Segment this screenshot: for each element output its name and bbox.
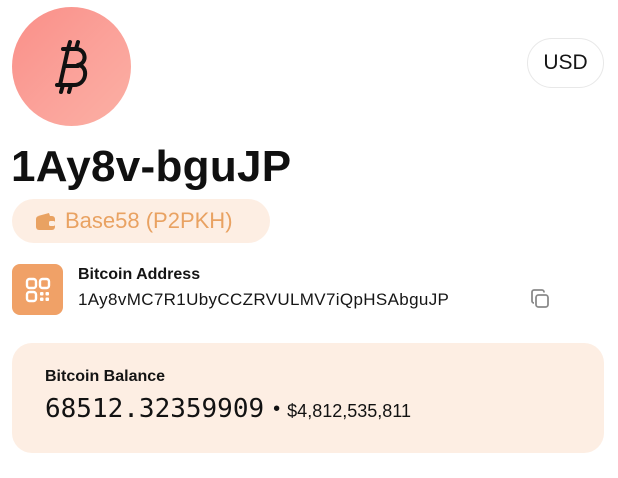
balance-card: Bitcoin Balance 68512.32359909 • $4,812,… <box>12 343 604 453</box>
balance-title: Bitcoin Balance <box>45 368 166 385</box>
address-icon-box <box>12 264 63 315</box>
full-address-text[interactable]: 1Ay8vMC7R1UbyCCZRVULMV7iQpHSAbguJP <box>78 290 449 310</box>
bitcoin-symbol-icon <box>54 39 87 94</box>
address-type-badge: Base58 (P2PKH) <box>12 199 270 243</box>
usd-balance-value: $4,812,535,811 <box>287 401 411 421</box>
qr-code-icon <box>25 277 50 302</box>
address-type-label: Base58 (P2PKH) <box>65 208 233 233</box>
copy-icon[interactable] <box>529 288 551 310</box>
bitcoin-avatar <box>12 7 131 126</box>
wallet-icon <box>36 212 55 230</box>
btc-balance-value: 68512.32359909 <box>45 394 265 424</box>
balance-separator: • <box>273 398 281 420</box>
address-section-title: Bitcoin Address <box>78 266 201 283</box>
short-address-title: 1Ay8v-bguJP <box>11 142 292 191</box>
balance-row: 68512.32359909 • $4,812,535,811 <box>45 394 411 424</box>
currency-selector-button[interactable]: USD <box>527 38 604 88</box>
